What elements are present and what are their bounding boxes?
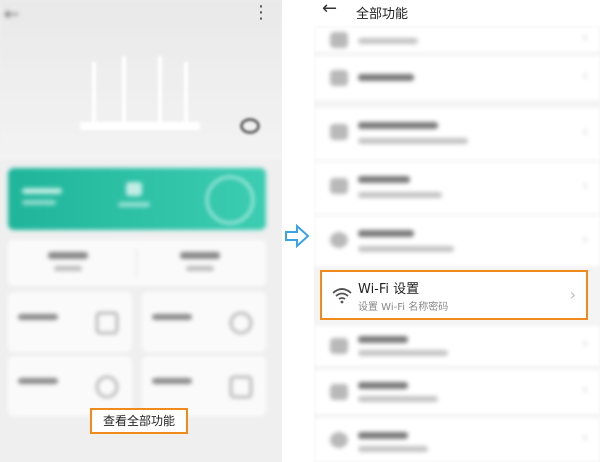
right-phone-screen: ← 全部功能 › › › › › Wi-Fi 设置 设置 Wi-Fi 名称密码 … (314, 0, 600, 462)
feature-card-devices[interactable] (8, 292, 132, 352)
shield-icon (96, 376, 118, 398)
child-icon (230, 312, 252, 334)
list-item[interactable]: › (314, 216, 600, 266)
status-banner[interactable] (8, 168, 266, 230)
list-item[interactable]: › (314, 162, 600, 214)
chevron-right-icon: › (569, 285, 576, 304)
wifi-icon (332, 288, 352, 304)
back-arrow-icon[interactable]: ← (322, 0, 337, 19)
arrow-right-icon (285, 223, 310, 249)
wifi-settings-item[interactable]: Wi-Fi 设置 设置 Wi-Fi 名称密码 › (320, 270, 588, 320)
wifi-settings-subtitle: 设置 Wi-Fi 名称密码 (358, 302, 449, 313)
back-arrow-icon[interactable]: ← (4, 4, 19, 25)
device-icon (96, 312, 118, 334)
router-hero-area (0, 0, 282, 160)
list-item[interactable]: › (314, 370, 600, 414)
list-item[interactable]: › (314, 108, 600, 160)
left-phone-screen: ← ⋮ 查看全部功能 (0, 0, 282, 462)
brand-logo (240, 118, 260, 134)
page-title: 全部功能 (356, 7, 409, 22)
speed-panel (8, 240, 266, 286)
header-bar: ← 全部功能 (314, 0, 600, 26)
list-item[interactable]: › (314, 56, 600, 100)
feature-card-report[interactable] (142, 356, 266, 416)
report-icon (230, 376, 252, 398)
list-item[interactable]: › (314, 326, 600, 366)
list-item[interactable]: › (314, 26, 600, 52)
list-item[interactable]: › (314, 418, 600, 462)
more-vertical-icon[interactable]: ⋮ (252, 2, 270, 23)
wifi-settings-title: Wi-Fi 设置 (358, 282, 420, 297)
feature-card-security[interactable] (8, 356, 132, 416)
view-all-features-button[interactable]: 查看全部功能 (90, 408, 188, 434)
feature-card-child-internet[interactable] (142, 292, 266, 352)
speed-dial-icon (206, 176, 254, 224)
